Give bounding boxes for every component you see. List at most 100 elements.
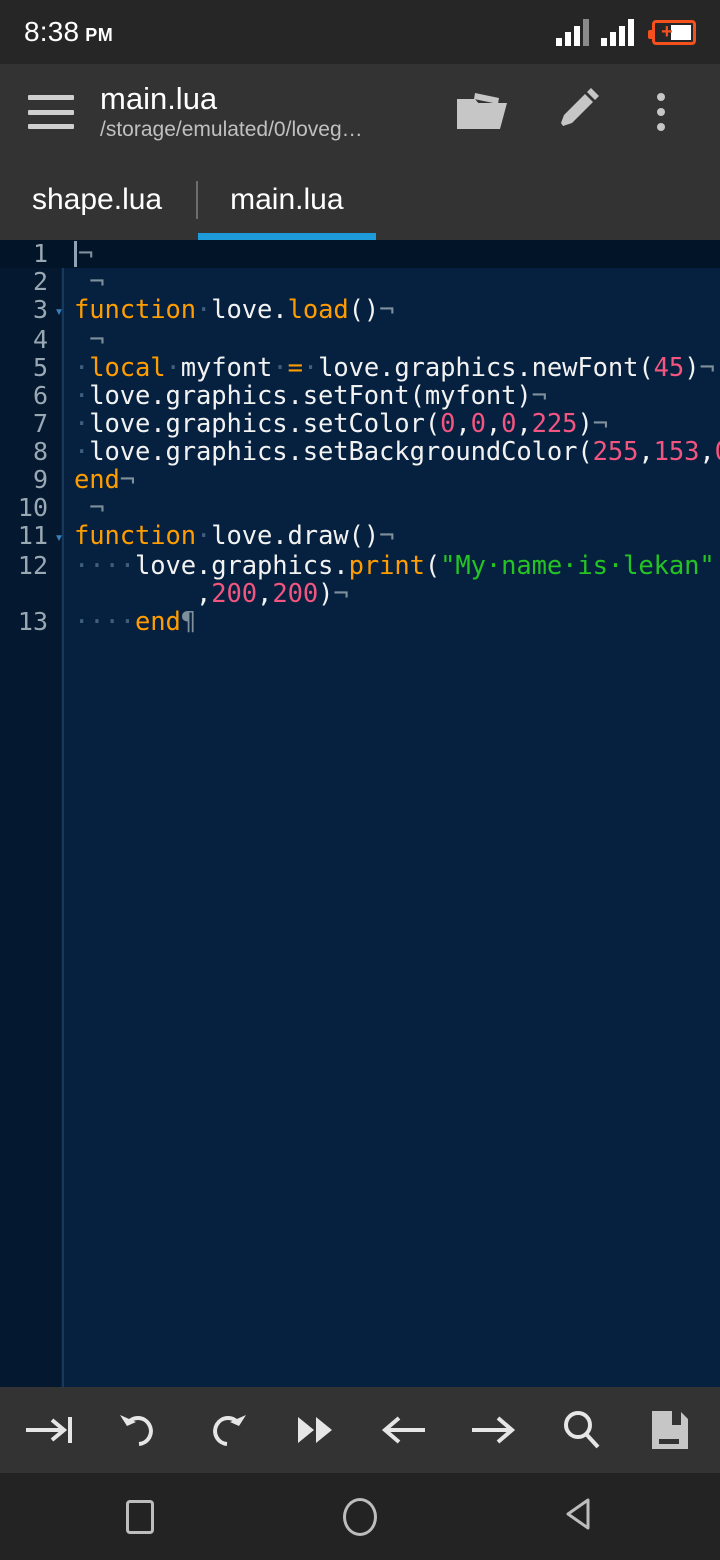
line-number: 7 (32, 409, 48, 438)
code-token-num: 0 (440, 409, 456, 439)
fold-toggle-icon[interactable]: ▾ (48, 296, 70, 326)
save-button[interactable] (631, 1387, 709, 1473)
code-token-num: 0 (501, 409, 517, 439)
code-text[interactable]: ·love.graphics.setBackgroundColor(255,15… (70, 438, 720, 466)
code-line[interactable]: 11 ▾ function·love.draw()¬ (0, 522, 720, 552)
code-text[interactable]: ¬ (70, 240, 720, 268)
code-token-eol: ¬ (379, 521, 395, 551)
indent-tab-button[interactable] (11, 1387, 89, 1473)
code-token-eol: ¬ (333, 579, 349, 609)
code-token-eol: ¬ (531, 381, 547, 411)
back-button[interactable] (545, 1473, 615, 1560)
line-number: 6 (32, 381, 48, 410)
code-token-eol: ¬ (89, 267, 105, 297)
code-token-ws: · (272, 353, 288, 383)
folder-open-icon (455, 87, 509, 138)
code-editor[interactable]: 1 ¬ 2 ¬ 3 ▾ function·love.load()¬ 4 ¬ 5 ·local·m… (0, 240, 720, 1387)
device-screen: 8:38 PM + main.lua /storage/emulated/0/l… (0, 0, 720, 1560)
code-text[interactable]: ¬ (70, 268, 720, 296)
redo-button[interactable] (188, 1387, 266, 1473)
overflow-menu-button[interactable] (626, 64, 696, 160)
code-token-eol: ¶ (180, 607, 197, 637)
fold-toggle-icon[interactable]: ▾ (48, 522, 70, 552)
code-token-eol: ¬ (119, 465, 136, 495)
app-bar: main.lua /storage/emulated/0/loveg… (0, 64, 720, 160)
code-token-num: 45 (653, 353, 685, 383)
code-text[interactable]: function·love.draw()¬ (70, 522, 720, 550)
code-text[interactable]: end¬ (70, 466, 720, 494)
code-token-plain: ( (424, 551, 441, 581)
edit-button[interactable] (530, 64, 626, 160)
code-token-ws: · (74, 353, 90, 383)
code-line[interactable]: 2 ¬ (0, 268, 720, 297)
code-token-num: 0 (470, 409, 486, 439)
tab-shape-lua[interactable]: shape.lua (0, 160, 196, 240)
search-button[interactable] (542, 1387, 620, 1473)
code-text[interactable]: ····end¶ (70, 608, 720, 636)
code-token-ws: ···· (74, 551, 136, 581)
signal-bars-icon-2 (601, 18, 634, 46)
code-line[interactable]: 1 ¬ (0, 240, 720, 268)
code-text[interactable]: ¬ (70, 494, 720, 522)
code-token-ws: · (74, 409, 90, 439)
move-right-button[interactable] (454, 1387, 532, 1473)
hamburger-menu-icon[interactable] (28, 95, 74, 129)
line-number: 12 (17, 551, 48, 580)
code-line[interactable]: 9 end¬ (0, 466, 720, 495)
code-token-ws: · (74, 381, 90, 411)
code-line[interactable]: 7 ·love.graphics.setColor(0,0,0,225)¬ (0, 409, 720, 439)
circle-icon (343, 1497, 377, 1536)
redo-icon (205, 1410, 249, 1450)
recents-button[interactable] (105, 1473, 175, 1560)
code-token-ws (74, 493, 89, 523)
run-button[interactable] (277, 1387, 355, 1473)
code-line[interactable]: 3 ▾ function·love.load()¬ (0, 296, 720, 326)
status-clock: 8:38 PM (24, 16, 113, 48)
code-token-ws: · (165, 353, 181, 383)
search-icon (560, 1409, 602, 1451)
code-text[interactable]: ·love.graphics.setFont(myfont)¬ (70, 382, 720, 410)
code-line[interactable]: 4 ¬ (0, 326, 720, 355)
code-line[interactable]: 6 ·love.graphics.setFont(myfont)¬ (0, 381, 720, 411)
code-text[interactable]: ¬ (70, 326, 720, 354)
line-number: 8 (32, 437, 48, 466)
code-content[interactable]: 1 ¬ 2 ¬ 3 ▾ function·love.load()¬ 4 ¬ 5 ·local·m… (0, 240, 720, 636)
code-token-plain: ) (577, 409, 593, 439)
code-token-plain: love.draw() (211, 521, 380, 551)
code-text[interactable]: ·local·myfont·=·love.graphics.newFont(45… (70, 354, 720, 382)
page-title: main.lua (100, 81, 218, 116)
code-line[interactable]: 12 ····love.graphics.print("My·name·is·le… (0, 551, 720, 609)
code-text[interactable]: ·love.graphics.setColor(0,0,0,225)¬ (70, 410, 720, 438)
more-vertical-icon (657, 93, 665, 131)
open-folder-button[interactable] (434, 64, 530, 160)
code-token-str: "My·name·is·lekan" (440, 551, 715, 581)
triangle-left-icon (562, 1495, 598, 1538)
move-left-button[interactable] (365, 1387, 443, 1473)
tab-main-lua[interactable]: main.lua (198, 160, 376, 240)
file-path-subtitle: /storage/emulated/0/loveg… (100, 118, 363, 141)
code-token-ws (74, 267, 89, 297)
tab-bar: shape.lua main.lua (0, 160, 720, 240)
code-token-plain: , (455, 409, 471, 439)
code-line[interactable]: 5 ·local·myfont·=·love.graphics.newFont(4… (0, 354, 720, 383)
undo-button[interactable] (100, 1387, 178, 1473)
code-token-kw: = (287, 353, 303, 383)
code-token-plain: ) (318, 579, 334, 609)
code-line[interactable]: 10 ¬ (0, 493, 720, 523)
battery-charging-icon: + (648, 19, 696, 45)
code-token-num: 200 (211, 579, 258, 609)
code-text[interactable]: ····love.graphics.print("My·name·is·leka… (70, 552, 720, 608)
code-line[interactable]: 13 ····end¶ (0, 608, 720, 637)
tab-label: shape.lua (32, 183, 163, 216)
code-token-plain: love. (211, 295, 288, 325)
home-button[interactable] (325, 1473, 395, 1560)
tab-arrow-icon (24, 1412, 76, 1448)
code-token-plain: , (74, 579, 212, 609)
code-line[interactable]: 8 ·love.graphics.setBackgroundColor(255,1… (0, 437, 720, 467)
status-bar: 8:38 PM + (0, 0, 720, 64)
code-token-plain: love.graphics.setColor( (89, 409, 441, 439)
clock-ampm: PM (85, 25, 114, 45)
line-number: 10 (17, 493, 48, 522)
fast-forward-icon (294, 1413, 338, 1447)
code-text[interactable]: function·love.load()¬ (70, 296, 720, 324)
